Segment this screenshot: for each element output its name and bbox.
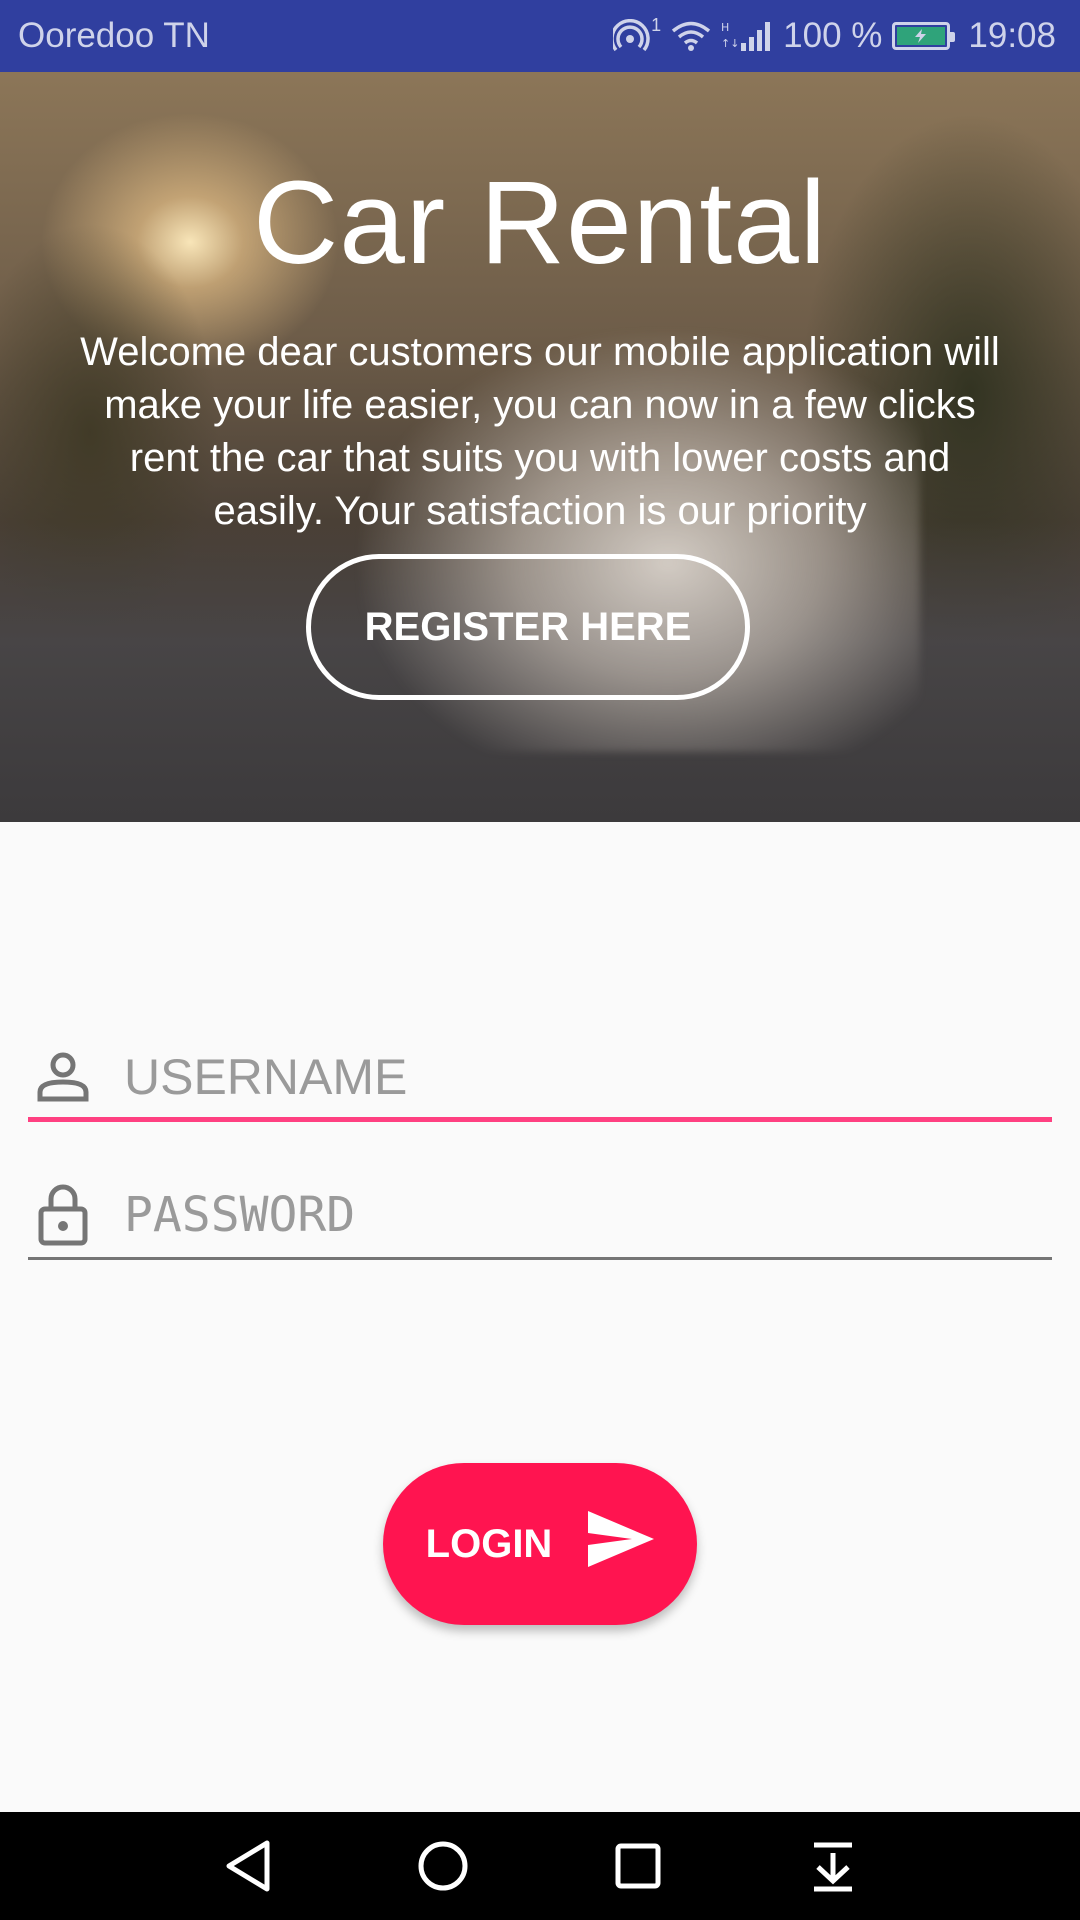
username-field[interactable] [28,1032,1052,1122]
svg-text:H: H [721,21,729,34]
hero-banner: Car Rental Welcome dear customers our mo… [0,72,1080,822]
username-input[interactable] [124,1048,1004,1106]
battery-percent: 100 % [783,16,883,55]
hotspot-count: 1 [651,15,662,35]
password-field[interactable] [28,1170,1052,1260]
battery-icon [892,22,956,50]
register-button[interactable]: REGISTER HERE [306,554,750,700]
login-label: LOGIN [425,1521,553,1566]
send-icon [588,1511,655,1577]
hotspot-icon: 1 [613,15,661,53]
signal-icon: H ↑↓ [721,19,773,53]
app-title: Car Rental [252,157,827,289]
password-underline [28,1257,1052,1260]
person-icon [28,1052,98,1102]
username-underline [28,1117,1052,1122]
clock: 19:08 [968,16,1056,55]
status-icons: 1 H ↑↓ 100 % 19:08 [613,15,1056,56]
welcome-text: Welcome dear customers our mobile applic… [80,330,1000,533]
carrier-name: Ooredoo TN [18,16,210,55]
notification-pull-icon[interactable] [793,1826,873,1906]
back-icon[interactable] [208,1826,288,1906]
hero-content: Car Rental Welcome dear customers our mo… [0,72,1080,822]
recents-icon[interactable] [598,1826,678,1906]
wifi-icon [671,20,711,52]
home-icon[interactable] [403,1826,483,1906]
lock-icon [28,1183,98,1247]
svg-text:↑↓: ↑↓ [721,37,739,50]
status-bar: Ooredoo TN 1 H ↑↓ 100 % 19:08 [0,0,1080,72]
login-button[interactable]: LOGIN [383,1463,697,1625]
navigation-bar [0,1812,1080,1920]
password-input[interactable] [124,1187,1004,1243]
